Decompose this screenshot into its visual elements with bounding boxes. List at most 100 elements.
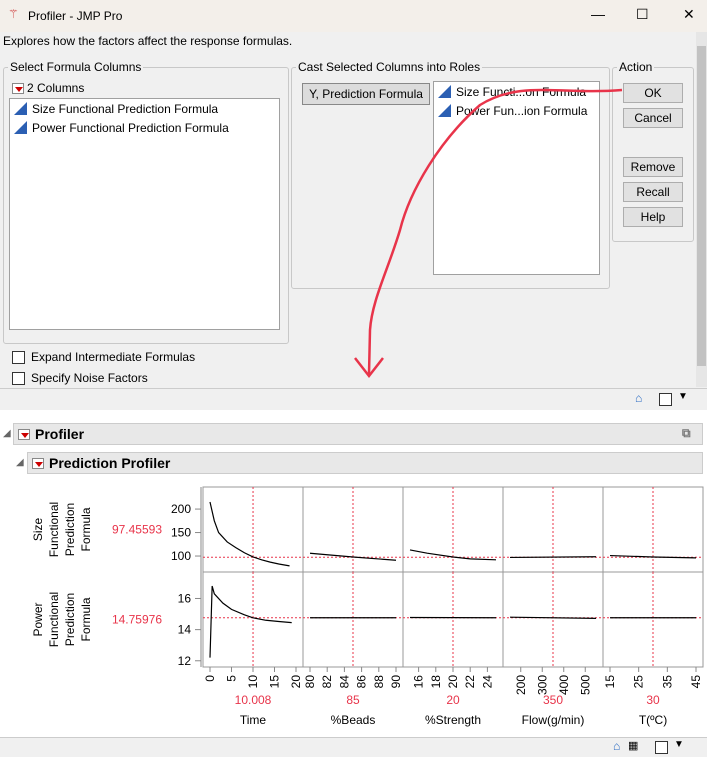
expand-intermediate-checkbox[interactable]: Expand Intermediate Formulas: [12, 350, 195, 364]
group-label: Cast Selected Columns into Roles: [298, 60, 481, 74]
profiler-header[interactable]: Profiler ⧉: [13, 423, 703, 445]
recall-button[interactable]: Recall: [623, 182, 683, 202]
jmp-app-icon: ⚚: [8, 7, 19, 21]
x-tick-label: 35: [660, 675, 674, 689]
x-tick-label: 500: [578, 675, 592, 695]
minimize-button[interactable]: —: [591, 6, 605, 22]
x-tick-label: 24: [480, 675, 494, 689]
columns-count[interactable]: 2 Columns: [12, 81, 84, 95]
annotation-arrowhead: [354, 357, 384, 379]
prediction-profiler-title: Prediction Profiler: [49, 455, 171, 471]
vertical-scrollbar[interactable]: [696, 32, 707, 387]
maximize-button[interactable]: ☐: [636, 6, 649, 23]
x-tick-label: 400: [557, 675, 571, 695]
profile-curve: [509, 556, 597, 559]
checkbox-label: Specify Noise Factors: [31, 371, 148, 385]
y-tick-label: 200: [171, 502, 191, 516]
response-current-value: 97.45593: [112, 523, 162, 537]
x-tick-label: 5: [225, 675, 239, 682]
x-tick-label: 20: [446, 675, 460, 689]
red-triangle-menu-icon[interactable]: [18, 428, 30, 440]
home-icon[interactable]: ⌂: [635, 391, 642, 405]
continuous-column-icon: [14, 121, 27, 134]
y-prediction-formula-button[interactable]: Y, Prediction Formula: [302, 83, 430, 105]
response-label: Formula: [79, 597, 93, 641]
factor-current-value[interactable]: 85: [346, 693, 360, 707]
red-triangle-menu-icon[interactable]: [32, 457, 44, 469]
list-item[interactable]: Power Functional Prediction Formula: [10, 118, 279, 137]
group-label: Action: [619, 60, 653, 74]
disclosure-icon[interactable]: ◢: [3, 428, 11, 439]
response-label: Functional: [47, 592, 61, 647]
x-tick-label: 84: [337, 675, 351, 689]
factor-name: Flow(g/min): [522, 713, 585, 727]
y-tick-label: 12: [178, 654, 192, 668]
x-tick-label: 10: [246, 675, 260, 689]
profiler-title: Profiler: [35, 426, 85, 442]
role-list[interactable]: Size Functi...on Formula Power Fun...ion…: [433, 81, 600, 275]
list-item[interactable]: Size Functi...on Formula: [434, 82, 599, 101]
list-item[interactable]: Size Functional Prediction Formula: [10, 99, 279, 118]
list-item[interactable]: Power Fun...ion Formula: [434, 101, 599, 120]
factor-current-value[interactable]: 10.008: [235, 693, 272, 707]
response-label: Prediction: [63, 503, 77, 556]
table-icon[interactable]: ▦: [628, 739, 638, 752]
window-options-icon[interactable]: [659, 393, 672, 406]
red-triangle-menu-icon[interactable]: [12, 82, 24, 94]
x-tick-label: 22: [463, 675, 477, 689]
factor-current-value[interactable]: 350: [543, 693, 563, 707]
response-label: Prediction: [63, 593, 77, 646]
x-tick-label: 86: [355, 675, 369, 689]
checkbox-label: Expand Intermediate Formulas: [31, 350, 196, 364]
response-current-value: 14.75976: [112, 613, 162, 627]
description-text: Explores how the factors affect the resp…: [3, 34, 293, 48]
continuous-column-icon: [438, 104, 451, 117]
x-tick-label: 45: [689, 675, 703, 689]
group-label: Select Formula Columns: [10, 60, 142, 74]
list-item-label: Power Functional Prediction Formula: [32, 120, 229, 135]
x-tick-label: 25: [632, 675, 646, 689]
x-tick-label: 82: [320, 675, 334, 689]
factor-name: T(ºC): [639, 713, 667, 727]
pin-icon[interactable]: ⧉: [682, 426, 691, 441]
x-tick-label: 200: [514, 675, 528, 695]
report-status-bar: ⌂ ▦ ▼: [0, 737, 707, 757]
factor-current-value[interactable]: 20: [446, 693, 460, 707]
dropdown-arrow-icon[interactable]: ▼: [678, 391, 688, 402]
prediction-profiler-header[interactable]: Prediction Profiler: [27, 452, 703, 474]
response-label: Power: [31, 602, 45, 636]
specify-noise-checkbox[interactable]: Specify Noise Factors: [12, 371, 148, 385]
close-button[interactable]: ✕: [683, 6, 695, 23]
help-button[interactable]: Help: [623, 207, 683, 227]
x-tick-label: 16: [412, 675, 426, 689]
prediction-profiler-chart: Size Functional Prediction Formula 97.455931…: [31, 486, 704, 727]
disclosure-icon[interactable]: ◢: [16, 457, 24, 468]
columns-count-label: 2 Columns: [27, 81, 85, 95]
ok-button[interactable]: OK: [623, 83, 683, 103]
y-tick-label: 150: [171, 526, 191, 540]
factor-current-value[interactable]: 30: [646, 693, 660, 707]
home-icon[interactable]: ⌂: [613, 739, 620, 753]
y-tick-label: 100: [171, 549, 191, 563]
factor-name: Time: [240, 713, 267, 727]
remove-button[interactable]: Remove: [623, 157, 683, 177]
dropdown-arrow-icon[interactable]: ▼: [674, 739, 684, 750]
continuous-column-icon: [438, 85, 451, 98]
x-tick-label: 20: [289, 675, 303, 689]
x-tick-label: 15: [603, 675, 617, 689]
list-item-label: Size Functional Prediction Formula: [32, 101, 219, 116]
x-tick-label: 88: [372, 675, 386, 689]
continuous-column-icon: [14, 102, 27, 115]
cancel-button[interactable]: Cancel: [623, 108, 683, 128]
list-item-label: Size Functi...on Formula: [456, 84, 587, 99]
window-title: Profiler - JMP Pro: [28, 9, 123, 23]
x-tick-label: 18: [429, 675, 443, 689]
window-options-icon[interactable]: [655, 741, 668, 754]
factor-name: %Beads: [331, 713, 376, 727]
response-label: Functional: [47, 502, 61, 557]
formula-columns-list[interactable]: Size Functional Prediction Formula Power…: [9, 98, 280, 330]
x-tick-label: 15: [268, 675, 282, 689]
dialog-status-bar: ⌂ ▼: [0, 388, 707, 410]
x-tick-label: 80: [303, 675, 317, 689]
factor-name: %Strength: [425, 713, 481, 727]
